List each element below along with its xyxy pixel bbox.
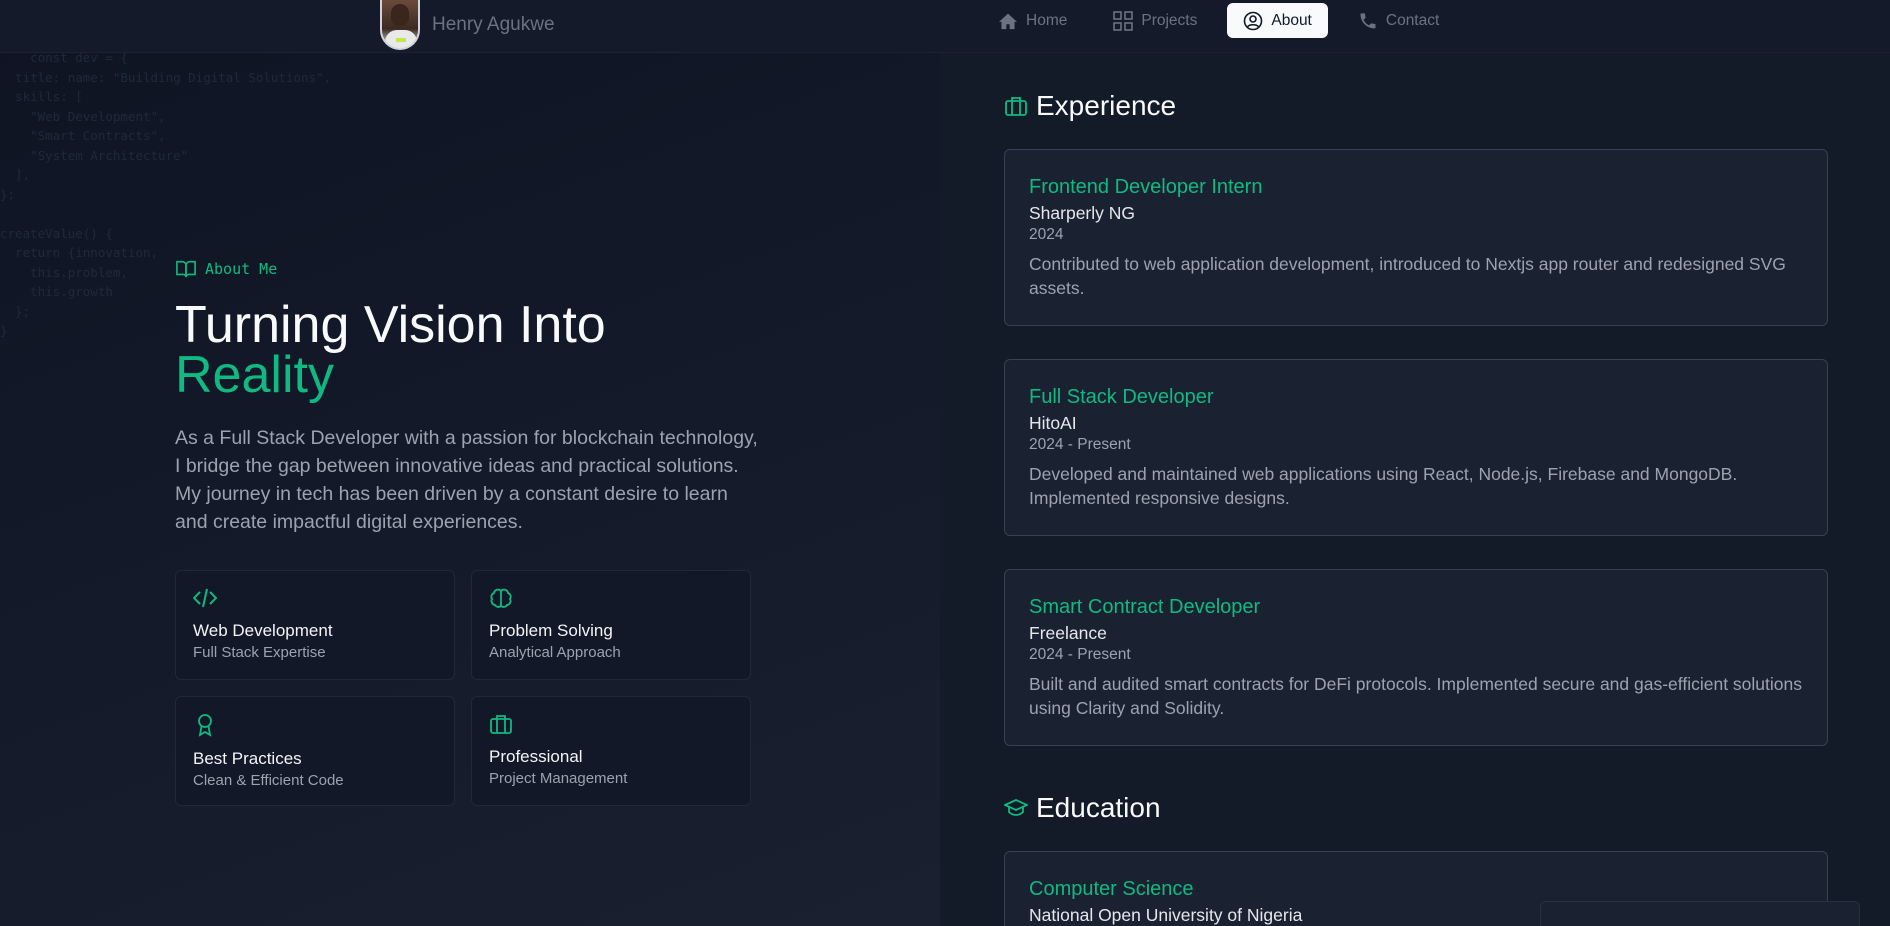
skill-card: Problem Solving Analytical Approach (471, 570, 751, 680)
award-icon (198, 714, 212, 737)
nav-item-label: Projects (1141, 11, 1198, 29)
skill-subtitle: Project Management (489, 770, 628, 787)
nav-item-contact[interactable]: Contact (1342, 3, 1455, 38)
experience-role: Frontend Developer Intern (1029, 176, 1263, 198)
title-line-2: Reality (175, 346, 334, 404)
experience-period: 2024 - Present (1029, 436, 1131, 453)
skill-card: Best Practices Clean & Efficient Code (175, 696, 455, 806)
experience-period: 2024 - Present (1029, 646, 1131, 663)
home-icon (999, 13, 1017, 29)
grid-icon (1113, 10, 1134, 31)
briefcase-icon (1005, 97, 1027, 116)
code-icon (192, 588, 218, 608)
phone-icon (1360, 12, 1376, 28)
top-navbar: Henry Agukwe Home Projects About Contact (0, 0, 1890, 53)
experience-card: Full Stack Developer HitoAI 2024 - Prese… (1004, 359, 1828, 536)
education-field: Computer Science (1029, 878, 1194, 900)
briefcase-icon (490, 715, 512, 734)
nav-item-home[interactable]: Home (982, 3, 1083, 38)
experience-description: Developed and maintained web application… (1029, 464, 1738, 508)
skill-title: Best Practices (193, 749, 302, 768)
nav-item-label: Contact (1385, 11, 1440, 29)
skill-title: Professional (489, 747, 583, 766)
toast-panel (1540, 901, 1860, 926)
experience-description: Built and audited smart contracts for De… (1029, 674, 1802, 718)
education-heading: Education (1004, 792, 1161, 824)
nav-item-label: Home (1026, 11, 1068, 29)
user-circle-icon (1244, 11, 1263, 30)
brand[interactable]: Henry Agukwe (380, 0, 555, 50)
experience-company: HitoAI (1029, 413, 1077, 433)
book-open-icon (176, 260, 196, 278)
nav-item-projects[interactable]: Projects (1097, 3, 1213, 38)
skill-card: Professional Project Management (471, 696, 751, 806)
skill-title: Web Development (193, 621, 333, 640)
nav-links: Home Projects About Contact (982, 3, 1469, 38)
nav-item-about[interactable]: About (1227, 3, 1328, 38)
experience-period: 2024 (1029, 226, 1064, 243)
graduation-cap-icon (1004, 799, 1028, 816)
skill-title: Problem Solving (489, 621, 613, 640)
brand-name: Henry Agukwe (432, 14, 555, 35)
skill-subtitle: Full Stack Expertise (193, 644, 326, 661)
page-title: Turning Vision Into Reality (175, 299, 606, 404)
brain-icon (490, 588, 512, 608)
skill-subtitle: Analytical Approach (489, 644, 621, 661)
experience-role: Full Stack Developer (1029, 386, 1214, 408)
experience-company: Freelance (1029, 623, 1107, 643)
experience-role: Smart Contract Developer (1029, 596, 1261, 618)
section-label: About Me (175, 259, 277, 279)
experience-company: Sharperly NG (1029, 203, 1136, 223)
nav-item-label: About (1271, 11, 1312, 29)
skill-card: Web Development Full Stack Expertise (175, 570, 455, 680)
skill-subtitle: Clean & Efficient Code (193, 772, 344, 789)
experience-heading: Experience (1004, 90, 1176, 122)
experience-card: Smart Contract Developer Freelance 2024 … (1004, 569, 1828, 746)
experience-description: Contributed to web application developme… (1029, 254, 1786, 298)
avatar (380, 0, 420, 50)
about-description: As a Full Stack Developer with a passion… (175, 427, 758, 533)
skills-grid: Web Development Full Stack Expertise Pro… (175, 570, 751, 806)
experience-card: Frontend Developer Intern Sharperly NG 2… (1004, 149, 1828, 326)
